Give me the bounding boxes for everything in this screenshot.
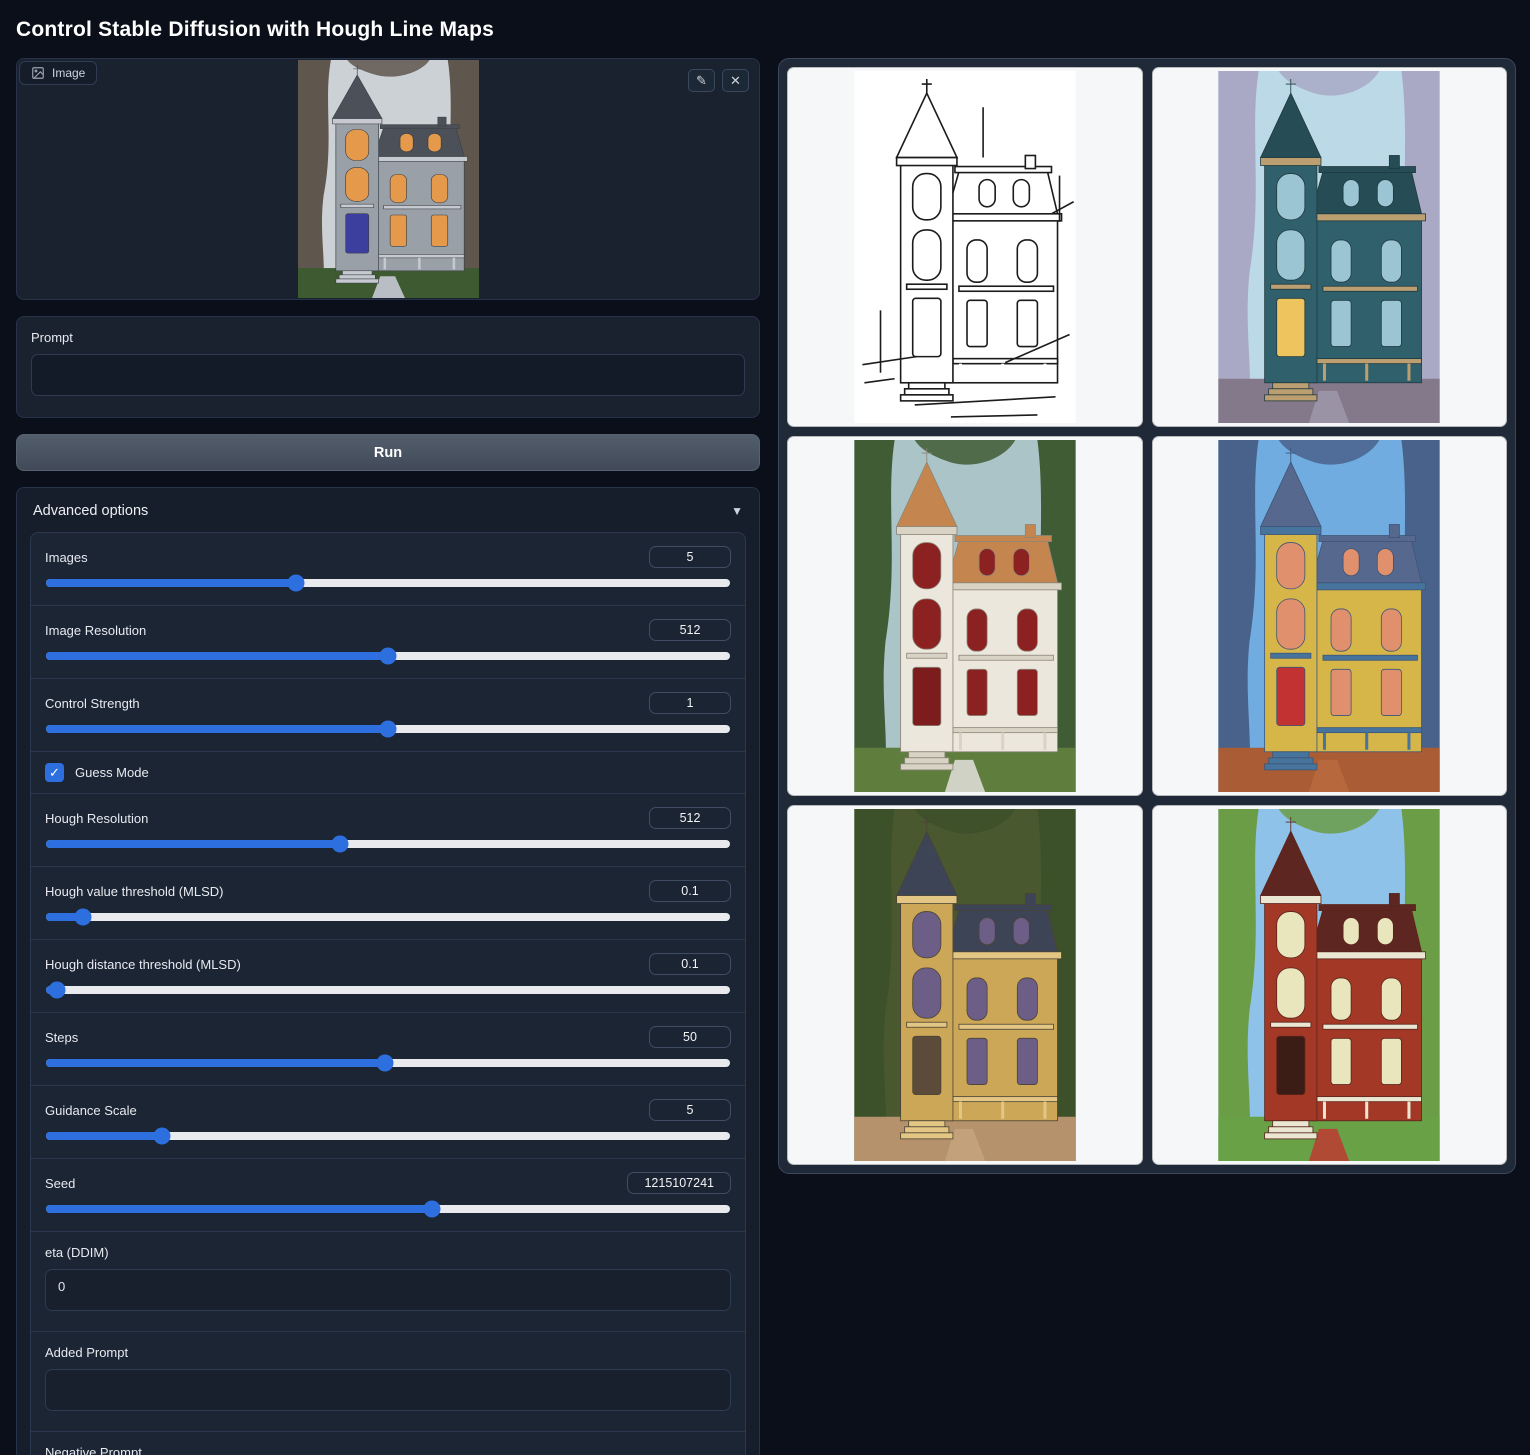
prompt-label: Prompt <box>31 330 745 345</box>
slider-handle[interactable] <box>380 648 397 665</box>
hough-line-map-image <box>853 71 1077 423</box>
yellow-blue-victorian-painting-image <box>1217 440 1441 792</box>
textbox-label: Negative Prompt <box>45 1445 731 1455</box>
slider-value-input-images[interactable]: 5 <box>649 546 731 568</box>
white-victorian-painting-image <box>853 440 1077 792</box>
gallery-item-yellow-blue-victorian-painting[interactable] <box>1152 436 1508 796</box>
slider-handle[interactable] <box>48 982 65 999</box>
slider-track-guidance-scale[interactable] <box>46 1132 730 1140</box>
slider-track-image-resolution[interactable] <box>46 652 730 660</box>
slider-label: Steps <box>45 1030 78 1045</box>
slider-row-images: Images 5 <box>31 533 745 605</box>
slider-value-input-image-resolution[interactable]: 512 <box>649 619 731 641</box>
app-root: Control Stable Diffusion with Hough Line… <box>0 0 1530 1455</box>
textbox-input-eta-ddim[interactable] <box>45 1269 731 1311</box>
slider-row-seed: Seed 1215107241 <box>31 1158 745 1231</box>
slider-value-input-steps[interactable]: 50 <box>649 1026 731 1048</box>
slider-label: Image Resolution <box>45 623 146 638</box>
slider-track-images[interactable] <box>46 579 730 587</box>
slider-row-hough-value-threshold-mlsd: Hough value threshold (MLSD) 0.1 <box>31 866 745 939</box>
textbox-row-negative-prompt: Negative Prompt <box>31 1431 745 1455</box>
teal-victorian-painting-image <box>1217 71 1441 423</box>
gallery-item-hough-line-map[interactable] <box>787 67 1143 427</box>
advanced-options-panel: Advanced options ▼ Images 5 Image Resolu… <box>16 487 760 1455</box>
image-icon <box>31 66 45 80</box>
advanced-options-header[interactable]: Advanced options ▼ <box>30 501 746 532</box>
slider-handle[interactable] <box>74 909 91 926</box>
result-gallery <box>778 58 1516 1174</box>
slider-label: Images <box>45 550 88 565</box>
gallery-item-white-victorian-painting[interactable] <box>787 436 1143 796</box>
slider-track-hough-value-threshold-mlsd[interactable] <box>46 913 730 921</box>
slider-row-image-resolution: Image Resolution 512 <box>31 605 745 678</box>
pencil-icon: ✎ <box>696 73 707 89</box>
textbox-row-eta-ddim: eta (DDIM) <box>31 1231 745 1331</box>
slider-handle[interactable] <box>376 1055 393 1072</box>
gallery-item-gold-victorian-painting[interactable] <box>787 805 1143 1165</box>
slider-row-steps: Steps 50 <box>31 1012 745 1085</box>
slider-value-input-control-strength[interactable]: 1 <box>649 692 731 714</box>
page-title: Control Stable Diffusion with Hough Line… <box>16 18 1514 42</box>
slider-handle[interactable] <box>332 836 349 853</box>
slider-track-control-strength[interactable] <box>46 725 730 733</box>
slider-label: Hough Resolution <box>45 811 148 826</box>
slider-value-input-guidance-scale[interactable]: 5 <box>649 1099 731 1121</box>
slider-row-hough-distance-threshold-mlsd: Hough distance threshold (MLSD) 0.1 <box>31 939 745 1012</box>
slider-handle[interactable] <box>380 721 397 738</box>
textbox-label: Added Prompt <box>45 1345 731 1360</box>
slider-label: Guidance Scale <box>45 1103 137 1118</box>
edit-image-button[interactable]: ✎ <box>688 69 715 92</box>
gold-victorian-painting-image <box>853 809 1077 1161</box>
checkbox-guess-mode[interactable]: ✓ <box>45 763 64 782</box>
chevron-down-icon: ▼ <box>731 504 743 518</box>
slider-row-guidance-scale: Guidance Scale 5 <box>31 1085 745 1158</box>
slider-label: Control Strength <box>45 696 140 711</box>
gallery-item-teal-victorian-painting[interactable] <box>1152 67 1508 427</box>
run-button[interactable]: Run <box>16 434 760 471</box>
close-icon: ✕ <box>730 73 741 89</box>
textbox-label: eta (DDIM) <box>45 1245 731 1260</box>
checkbox-row-guess-mode[interactable]: ✓ Guess Mode <box>31 751 745 793</box>
slider-track-hough-resolution[interactable] <box>46 840 730 848</box>
gallery-item-red-brick-victorian-painting[interactable] <box>1152 805 1508 1165</box>
slider-value-input-hough-value-threshold-mlsd[interactable]: 0.1 <box>649 880 731 902</box>
slider-handle[interactable] <box>154 1128 171 1145</box>
slider-value-input-hough-resolution[interactable]: 512 <box>649 807 731 829</box>
image-input-label: Image <box>19 61 97 85</box>
slider-handle[interactable] <box>424 1201 441 1218</box>
red-brick-victorian-painting-image <box>1217 809 1441 1161</box>
textbox-input-added-prompt[interactable] <box>45 1369 731 1411</box>
advanced-options-title: Advanced options <box>33 503 148 519</box>
input-image-preview <box>298 60 479 298</box>
slider-handle[interactable] <box>287 575 304 592</box>
slider-row-hough-resolution: Hough Resolution 512 <box>31 793 745 866</box>
image-input-label-text: Image <box>52 66 85 80</box>
slider-track-seed[interactable] <box>46 1205 730 1213</box>
checkbox-label: Guess Mode <box>75 765 149 780</box>
textbox-row-added-prompt: Added Prompt <box>31 1331 745 1431</box>
slider-label: Hough distance threshold (MLSD) <box>45 957 241 972</box>
slider-value-input-seed[interactable]: 1215107241 <box>627 1172 731 1194</box>
slider-label: Seed <box>45 1176 75 1191</box>
prompt-input[interactable] <box>31 354 745 396</box>
prompt-block: Prompt <box>16 316 760 418</box>
slider-track-steps[interactable] <box>46 1059 730 1067</box>
image-input-dropzone[interactable]: Image ✎ ✕ <box>16 58 760 300</box>
slider-label: Hough value threshold (MLSD) <box>45 884 223 899</box>
clear-image-button[interactable]: ✕ <box>722 69 749 92</box>
slider-row-control-strength: Control Strength 1 <box>31 678 745 751</box>
slider-value-input-hough-distance-threshold-mlsd[interactable]: 0.1 <box>649 953 731 975</box>
slider-track-hough-distance-threshold-mlsd[interactable] <box>46 986 730 994</box>
